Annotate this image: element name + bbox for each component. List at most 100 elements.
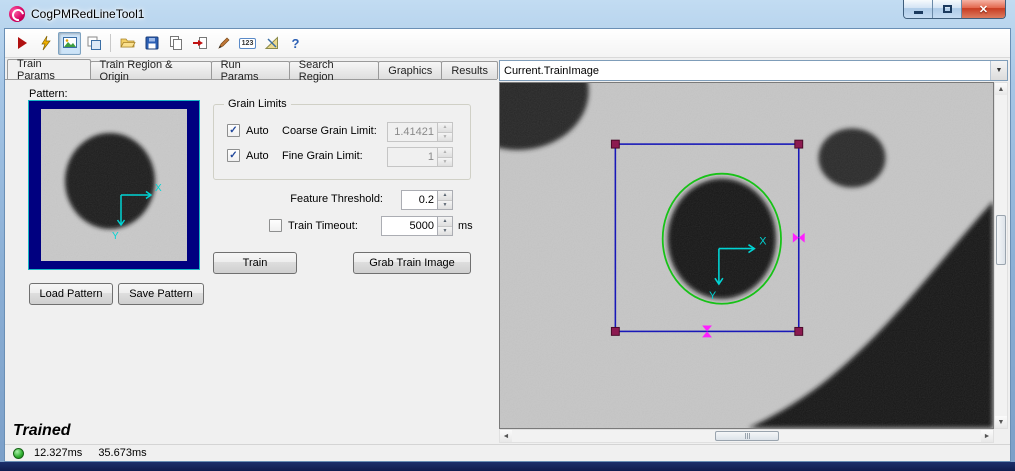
thumb-grip xyxy=(747,433,748,439)
check-icon: ✓ xyxy=(229,125,237,136)
train-timeout-spinner[interactable]: ▲ ▼ xyxy=(437,217,452,235)
measure-button[interactable] xyxy=(260,32,283,55)
help-button[interactable]: ? xyxy=(284,32,307,55)
fine-grain-limit-label: Fine Grain Limit: xyxy=(282,150,363,162)
corner-handle-bottom-right[interactable] xyxy=(795,327,803,335)
tab-graphics[interactable]: Graphics xyxy=(378,61,442,79)
tab-label: Graphics xyxy=(388,65,432,77)
spinner-up-icon[interactable]: ▲ xyxy=(438,217,452,227)
coarse-grain-limit-label: Coarse Grain Limit: xyxy=(282,125,377,137)
fine-grain-limit-spinner[interactable]: ▲ ▼ xyxy=(437,148,452,166)
train-timeout-checkbox[interactable] xyxy=(269,219,282,232)
image-icon xyxy=(62,35,78,51)
corner-handle-top-right[interactable] xyxy=(795,140,803,148)
grab-train-image-label: Grab Train Image xyxy=(369,257,455,269)
tab-train-params[interactable]: Train Params xyxy=(7,59,91,79)
import-image-button[interactable] xyxy=(188,32,211,55)
coarse-grain-limit-spinner[interactable]: ▲ ▼ xyxy=(437,123,452,141)
spinner-down-icon[interactable]: ▼ xyxy=(438,201,452,210)
feature-threshold-value[interactable]: 0.2 xyxy=(402,191,437,209)
run-button[interactable] xyxy=(10,32,33,55)
grab-train-image-button[interactable]: Grab Train Image xyxy=(353,252,471,274)
edit-graphics-button[interactable] xyxy=(212,32,235,55)
train-button-label: Train xyxy=(243,257,268,269)
combo-dropdown-button[interactable]: ▼ xyxy=(990,61,1007,80)
fine-auto-label: Auto xyxy=(246,150,269,162)
tab-train-region-origin[interactable]: Train Region & Origin xyxy=(90,61,212,79)
fine-grain-limit-value[interactable]: 1 xyxy=(388,148,437,166)
train-button[interactable]: Train xyxy=(213,252,297,274)
feature-threshold-field: 0.2 ▲ ▼ xyxy=(401,190,453,210)
feature-threshold-spinner[interactable]: ▲ ▼ xyxy=(437,191,452,209)
minimize-icon xyxy=(914,11,923,14)
tab-search-region[interactable]: Search Region xyxy=(289,61,379,79)
tab-label: Run Params xyxy=(221,59,280,83)
spinner-up-icon[interactable]: ▲ xyxy=(438,191,452,201)
spinner-down-icon[interactable]: ▼ xyxy=(438,158,452,167)
scroll-down-button[interactable]: ▼ xyxy=(995,416,1007,428)
coarse-grain-limit-value[interactable]: 1.41421 xyxy=(388,123,437,141)
chevron-down-icon: ▼ xyxy=(996,67,1003,74)
open-folder-icon xyxy=(120,35,136,51)
image-selector-value: Current.TrainImage xyxy=(500,65,990,77)
train-params-page: Pattern: xyxy=(5,79,497,444)
save-pattern-button[interactable]: Save Pattern xyxy=(118,283,204,305)
save-pattern-label: Save Pattern xyxy=(129,288,193,300)
save-file-button[interactable] xyxy=(140,32,163,55)
tab-results[interactable]: Results xyxy=(441,61,498,79)
spinner-up-icon[interactable]: ▲ xyxy=(438,123,452,133)
tab-strip: Train Params Train Region & Origin Run P… xyxy=(7,59,497,79)
spinner-up-icon[interactable]: ▲ xyxy=(438,148,452,158)
thumb-grip xyxy=(745,433,746,439)
load-pattern-button[interactable]: Load Pattern xyxy=(29,283,113,305)
status-led-green xyxy=(13,448,24,459)
coarse-auto-checkbox[interactable]: ✓ xyxy=(227,124,240,137)
window-title: CogPMRedLineTool1 xyxy=(31,7,144,21)
pen-icon xyxy=(216,35,232,51)
minimize-button[interactable] xyxy=(904,0,933,18)
tab-run-params[interactable]: Run Params xyxy=(211,61,290,79)
scroll-right-icon: ► xyxy=(984,433,991,440)
spinner-down-icon[interactable]: ▼ xyxy=(438,227,452,236)
grain-limits-group: Grain Limits xyxy=(213,104,471,180)
copy-button[interactable] xyxy=(164,32,187,55)
tab-label: Search Region xyxy=(299,59,369,83)
corner-handle-top-left[interactable] xyxy=(611,140,619,148)
import-arrow-icon xyxy=(192,35,208,51)
lightning-icon xyxy=(38,35,54,51)
image-display-toggle-button[interactable] xyxy=(58,32,81,55)
vertical-scroll-thumb[interactable] xyxy=(996,215,1006,265)
run-icon xyxy=(14,35,30,51)
tab-label: Train Region & Origin xyxy=(100,59,202,83)
tab-label: Results xyxy=(451,65,488,77)
tool-window: CogPMRedLineTool1 ✕ xyxy=(0,0,1015,471)
close-button[interactable]: ✕ xyxy=(962,0,1005,18)
horizontal-scroll-thumb[interactable] xyxy=(715,431,779,441)
buffer-button[interactable] xyxy=(82,32,105,55)
spinner-down-icon[interactable]: ▼ xyxy=(438,133,452,142)
train-timeout-value[interactable]: 5000 xyxy=(382,217,437,235)
ruler-icon xyxy=(264,35,280,51)
title-bar[interactable]: CogPMRedLineTool1 ✕ xyxy=(0,0,1015,28)
maximize-button[interactable] xyxy=(933,0,962,18)
load-pattern-label: Load Pattern xyxy=(40,288,103,300)
open-file-button[interactable] xyxy=(116,32,139,55)
vertical-scrollbar[interactable]: ▲ ▼ xyxy=(994,82,1008,429)
horizontal-scrollbar[interactable]: ◄ ► xyxy=(499,429,994,443)
total-time: 35.673ms xyxy=(98,447,146,459)
train-image-display[interactable]: X Y xyxy=(499,82,994,429)
show-values-button[interactable]: 123 xyxy=(236,32,259,55)
scroll-left-button[interactable]: ◄ xyxy=(500,430,512,442)
image-selector-combo[interactable]: Current.TrainImage ▼ xyxy=(499,60,1008,81)
trigger-button[interactable] xyxy=(34,32,57,55)
coarse-grain-limit-field: 1.41421 ▲ ▼ xyxy=(387,122,453,142)
window-frame-bottom xyxy=(0,462,1015,471)
main-area: Train Params Train Region & Origin Run P… xyxy=(5,58,1010,444)
scroll-left-icon: ◄ xyxy=(503,433,510,440)
app-icon xyxy=(9,6,25,22)
corner-handle-bottom-left[interactable] xyxy=(611,327,619,335)
fine-auto-checkbox[interactable]: ✓ xyxy=(227,149,240,162)
scroll-up-button[interactable]: ▲ xyxy=(995,83,1007,95)
scroll-up-icon: ▲ xyxy=(998,86,1005,93)
scroll-right-button[interactable]: ► xyxy=(981,430,993,442)
